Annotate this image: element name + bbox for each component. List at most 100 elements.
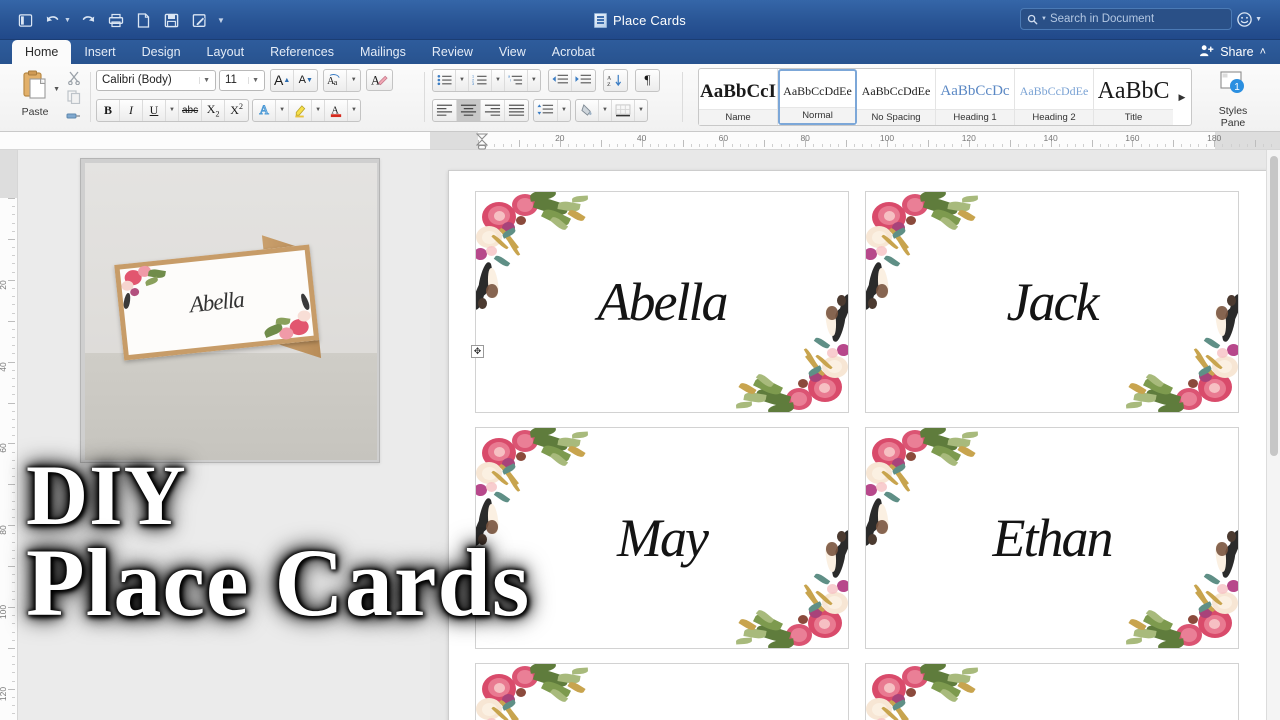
table-row[interactable]: Jack (865, 191, 1239, 413)
horizontal-ruler[interactable]: 20 40 60 80 100 120 140 160 180 (430, 132, 1280, 150)
floral-leaf (529, 192, 557, 202)
highlight-caret-icon[interactable]: ▼ (312, 99, 326, 121)
numbering-button[interactable]: 123 (469, 69, 492, 91)
shading-button[interactable] (576, 99, 599, 121)
align-left-button[interactable] (433, 99, 457, 121)
grow-font-button[interactable]: A ▲ (271, 69, 295, 91)
change-case-button[interactable]: Aa (324, 69, 348, 91)
text-effects-caret-icon[interactable]: ▼ (276, 99, 290, 121)
borders-caret-icon[interactable]: ▼ (635, 100, 647, 121)
bullets-caret-icon[interactable]: ▼ (456, 69, 469, 91)
paste-dropdown-icon[interactable]: ▼ (53, 86, 60, 93)
document-page[interactable]: Abella Jack May Ethan (448, 170, 1274, 720)
underline-caret-icon[interactable]: ▼ (166, 99, 179, 121)
search-box[interactable]: ▼ (1020, 8, 1232, 30)
card-name[interactable]: May (476, 511, 848, 565)
multilevel-list-button[interactable]: ai (505, 69, 528, 91)
tab-references[interactable]: References (257, 40, 347, 64)
ruler-tick (813, 144, 815, 147)
table-row[interactable]: Abella (475, 191, 849, 413)
bullets-button[interactable] (433, 69, 456, 91)
style-no-spacing[interactable]: AaBbCcDdEe No Spacing (857, 69, 936, 125)
ruler-tick (633, 144, 635, 147)
scrollbar-thumb[interactable] (1270, 156, 1278, 456)
floral-leaf (1205, 353, 1223, 371)
ruler-tick (936, 144, 938, 147)
font-color-caret-icon[interactable]: ▼ (348, 100, 360, 121)
table-move-handle[interactable]: ✥ (471, 345, 484, 358)
style-normal[interactable]: AaBbCcDdEe Normal (778, 69, 857, 125)
subscript-button[interactable]: X2 (202, 99, 226, 121)
vertical-scrollbar[interactable] (1266, 150, 1280, 720)
align-right-button[interactable] (481, 99, 505, 121)
document-scroll-area[interactable]: Abella Jack May Ethan (430, 150, 1280, 720)
bold-button[interactable]: B (97, 99, 120, 121)
show-marks-button[interactable]: ¶ (636, 70, 659, 91)
sort-button[interactable]: AZ (604, 70, 627, 91)
multilevel-caret-icon[interactable]: ▼ (528, 70, 540, 91)
ruler-tick (797, 144, 799, 147)
line-spacing-caret-icon[interactable]: ▼ (558, 100, 570, 121)
tab-acrobat[interactable]: Acrobat (539, 40, 608, 64)
floral-petal (488, 206, 510, 225)
floral-leaf (738, 617, 757, 632)
vertical-ruler[interactable]: 20 40 60 80 100 120 (0, 150, 18, 720)
table-row[interactable] (475, 663, 849, 720)
line-spacing-button[interactable] (534, 99, 558, 121)
style-name[interactable]: AaBbCcI Name (699, 69, 778, 125)
italic-button[interactable]: I (120, 99, 143, 121)
strikethrough-button[interactable]: abc (179, 99, 203, 121)
style-heading-2[interactable]: AaBbCcDdEe Heading 2 (1015, 69, 1094, 125)
increase-indent-button[interactable] (572, 70, 595, 91)
indent-marker-icon[interactable] (475, 133, 489, 150)
text-effects-button[interactable]: A (253, 99, 277, 121)
font-size-combo[interactable]: 11 ▼ (219, 69, 265, 91)
style-title[interactable]: AaBbC Title (1094, 69, 1173, 125)
feedback-caret-icon[interactable]: ▼ (1255, 16, 1262, 23)
highlight-color-button[interactable] (289, 99, 313, 121)
underline-button[interactable]: U (143, 99, 166, 121)
font-name-caret-icon[interactable]: ▼ (199, 76, 213, 84)
tab-mailings[interactable]: Mailings (347, 40, 419, 64)
shrink-font-button[interactable]: A ▼ (294, 70, 317, 91)
place-cards-table[interactable]: Abella Jack May Ethan (475, 191, 1271, 720)
clear-formatting-button[interactable]: A (366, 69, 394, 91)
styles-pane-button[interactable]: 1 Styles Pane (1204, 70, 1262, 129)
shading-caret-icon[interactable]: ▼ (599, 99, 612, 121)
tab-design[interactable]: Design (129, 40, 194, 64)
align-center-button[interactable] (457, 99, 481, 121)
tab-insert[interactable]: Insert (71, 40, 128, 64)
card-name[interactable]: Jack (866, 275, 1238, 329)
feedback-menu[interactable]: ▼ (1236, 11, 1262, 28)
ruler-tick (715, 144, 717, 147)
table-row[interactable] (865, 663, 1239, 720)
superscript-button[interactable]: X2 (225, 100, 248, 121)
font-color-button[interactable]: A (325, 99, 349, 121)
justify-button[interactable] (505, 100, 528, 121)
table-row[interactable]: Ethan (865, 427, 1239, 649)
borders-button[interactable] (612, 99, 635, 121)
numbering-caret-icon[interactable]: ▼ (492, 69, 505, 91)
tab-review[interactable]: Review (419, 40, 486, 64)
tab-view[interactable]: View (486, 40, 539, 64)
tab-home[interactable]: Home (12, 40, 72, 64)
style-heading-1[interactable]: AaBbCcDc Heading 1 (936, 69, 1015, 125)
font-name-combo[interactable]: Calibri (Body) ▼ (96, 69, 216, 91)
copy-icon[interactable] (62, 87, 86, 106)
font-size-caret-icon[interactable]: ▼ (248, 76, 262, 84)
search-input[interactable] (1049, 13, 1225, 25)
format-painter-icon[interactable] (62, 106, 86, 125)
search-scope-caret-icon[interactable]: ▼ (1041, 16, 1047, 22)
collapse-ribbon-icon[interactable]: ˄ (1260, 46, 1266, 58)
card-name[interactable]: Abella (476, 275, 848, 329)
card-name[interactable]: Ethan (866, 511, 1238, 565)
cut-icon[interactable] (62, 68, 86, 87)
decrease-indent-button[interactable] (549, 69, 572, 91)
tab-layout[interactable]: Layout (194, 40, 258, 64)
table-row[interactable]: May (475, 427, 849, 649)
ruler-tick (985, 144, 987, 147)
gallery-more-icon[interactable]: ▶ (1173, 69, 1191, 125)
change-case-caret-icon[interactable]: ▼ (347, 70, 360, 91)
share-button-label[interactable]: Share (1220, 45, 1253, 59)
floral-petal (1176, 624, 1202, 646)
